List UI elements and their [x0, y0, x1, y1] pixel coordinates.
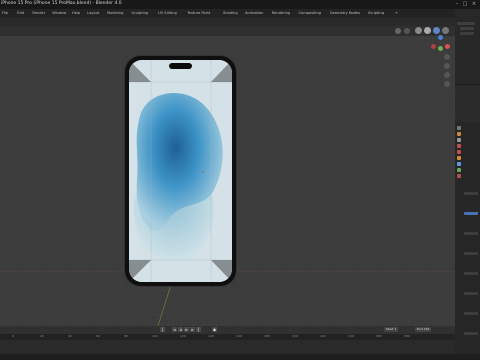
gizmo-z-icon[interactable] [438, 35, 443, 40]
menu-item[interactable]: UV Editing [158, 11, 177, 15]
right-sidebar [455, 9, 480, 354]
viewport-nav-buttons [444, 54, 451, 100]
gizmo-y-icon[interactable] [438, 46, 443, 51]
window-title: iPhone 15 Pro (iPhone 15 ProMax.blend) -… [1, 1, 122, 6]
menu-item[interactable]: Scripting [368, 11, 384, 15]
frame-tick: 20 [40, 334, 44, 338]
overlay-icon[interactable] [404, 28, 410, 34]
world-tab-icon[interactable] [457, 150, 461, 154]
play-reverse-icon[interactable]: ◂ [178, 327, 183, 332]
frame-tick: 240 [348, 334, 354, 338]
camera-view-icon[interactable] [444, 72, 450, 78]
dynamic-island [169, 63, 192, 69]
phone-model[interactable] [125, 56, 236, 286]
menu-item[interactable]: Modeling [107, 11, 123, 15]
material-shading-icon[interactable] [433, 27, 440, 34]
rendered-shading-icon[interactable] [442, 27, 449, 34]
frame-tick: 0 [12, 334, 14, 338]
timeline-header: | ◂ ◂ ▸ ▸ | ◆ Start 1 End 250 [0, 326, 455, 334]
pan-icon[interactable] [444, 63, 450, 69]
frame-tick: 120 [180, 334, 186, 338]
property-row[interactable] [464, 212, 478, 215]
outliner-row[interactable] [460, 27, 474, 30]
frame-tick: 260 [376, 334, 382, 338]
menu-item[interactable]: Window [52, 11, 66, 15]
frame-tick: 220 [320, 334, 326, 338]
frame-ruler[interactable]: 0 20 40 60 80 100 120 140 160 180 200 220 240 260 280 [0, 334, 455, 340]
material-tab-icon[interactable] [457, 174, 461, 178]
play-icon[interactable]: ▸ [184, 327, 189, 332]
menu-item[interactable]: Edit [17, 11, 24, 15]
property-row[interactable] [464, 312, 478, 315]
menu-item[interactable]: Sculpting [131, 11, 148, 15]
status-bar [0, 354, 480, 360]
object-tab-icon[interactable] [457, 156, 461, 160]
viewport-header [0, 26, 455, 36]
outliner-row[interactable] [457, 22, 475, 25]
menu-item[interactable]: + [395, 11, 398, 15]
title-bar: iPhone 15 Pro (iPhone 15 ProMax.blend) -… [0, 0, 480, 9]
property-row[interactable] [464, 252, 478, 255]
start-label: Start [386, 327, 394, 331]
scene-tab-icon[interactable] [457, 144, 461, 148]
property-row[interactable] [464, 232, 478, 235]
property-row[interactable] [464, 292, 478, 295]
frame-tick: 100 [152, 334, 158, 338]
menu-item[interactable]: Compositing [299, 11, 322, 15]
wallpaper-graphic [129, 60, 232, 282]
frame-tick: 140 [208, 334, 214, 338]
modifier-tab-icon[interactable] [457, 162, 461, 166]
jump-end-icon[interactable]: | [196, 327, 201, 332]
output-tab-icon[interactable] [457, 138, 461, 142]
maximize-icon[interactable]: □ [462, 1, 468, 7]
gizmo-x-icon[interactable] [445, 44, 450, 49]
jump-start-icon[interactable]: | [160, 327, 165, 332]
menu-item[interactable]: File [2, 11, 8, 15]
frame-tick: 200 [292, 334, 298, 338]
outliner-row[interactable] [460, 32, 474, 35]
minimize-icon[interactable]: – [454, 1, 460, 7]
property-row[interactable] [464, 192, 478, 195]
menu-item[interactable]: Geometry Nodes [330, 11, 360, 15]
property-row[interactable] [464, 332, 478, 335]
start-frame-field[interactable]: Start 1 [384, 327, 399, 332]
close-icon[interactable]: × [471, 1, 477, 7]
menu-bar: File Edit Render Window Help Layout Modeling Sc… [0, 9, 480, 18]
properties-panel[interactable] [455, 122, 480, 354]
3d-viewport[interactable] [0, 26, 455, 326]
outliner-panel[interactable] [455, 9, 480, 85]
solid-shading-icon[interactable] [424, 27, 431, 34]
end-value: 250 [423, 327, 430, 331]
end-frame-field[interactable]: End 250 [415, 327, 432, 332]
view-object-icon[interactable] [395, 28, 401, 34]
skip-start-icon[interactable]: ◂ [172, 327, 177, 332]
keyframe-icon[interactable]: ◆ [212, 327, 217, 332]
tool-tab-icon[interactable] [457, 126, 461, 130]
perspective-toggle-icon[interactable] [444, 81, 450, 87]
skip-end-icon[interactable]: ▸ [190, 327, 195, 332]
menu-item[interactable]: Help [72, 11, 80, 15]
data-tab-icon[interactable] [457, 168, 461, 172]
phone-screen [129, 60, 232, 282]
property-row[interactable] [464, 272, 478, 275]
menu-item[interactable]: Texture Paint [187, 11, 210, 15]
gizmo-neg-x-icon[interactable] [431, 44, 436, 49]
menu-item[interactable]: Layout [87, 11, 99, 15]
zoom-icon[interactable] [444, 54, 450, 60]
end-label: End [417, 327, 423, 331]
frame-tick: 280 [404, 334, 410, 338]
frame-tick: 40 [68, 334, 72, 338]
frame-tick: 180 [264, 334, 270, 338]
start-value: 1 [394, 327, 397, 331]
frame-tick: 60 [96, 334, 100, 338]
render-tab-icon[interactable] [457, 132, 461, 136]
menu-item[interactable]: Shading [223, 11, 238, 15]
menu-item[interactable]: Rendering [272, 11, 290, 15]
frame-tick: 80 [124, 334, 128, 338]
menu-item[interactable]: Animation [245, 11, 263, 15]
menu-item[interactable]: Render [32, 11, 45, 15]
wireframe-shading-icon[interactable] [415, 27, 422, 34]
frame-tick: 160 [236, 334, 242, 338]
viewport-toolbar [0, 18, 455, 26]
